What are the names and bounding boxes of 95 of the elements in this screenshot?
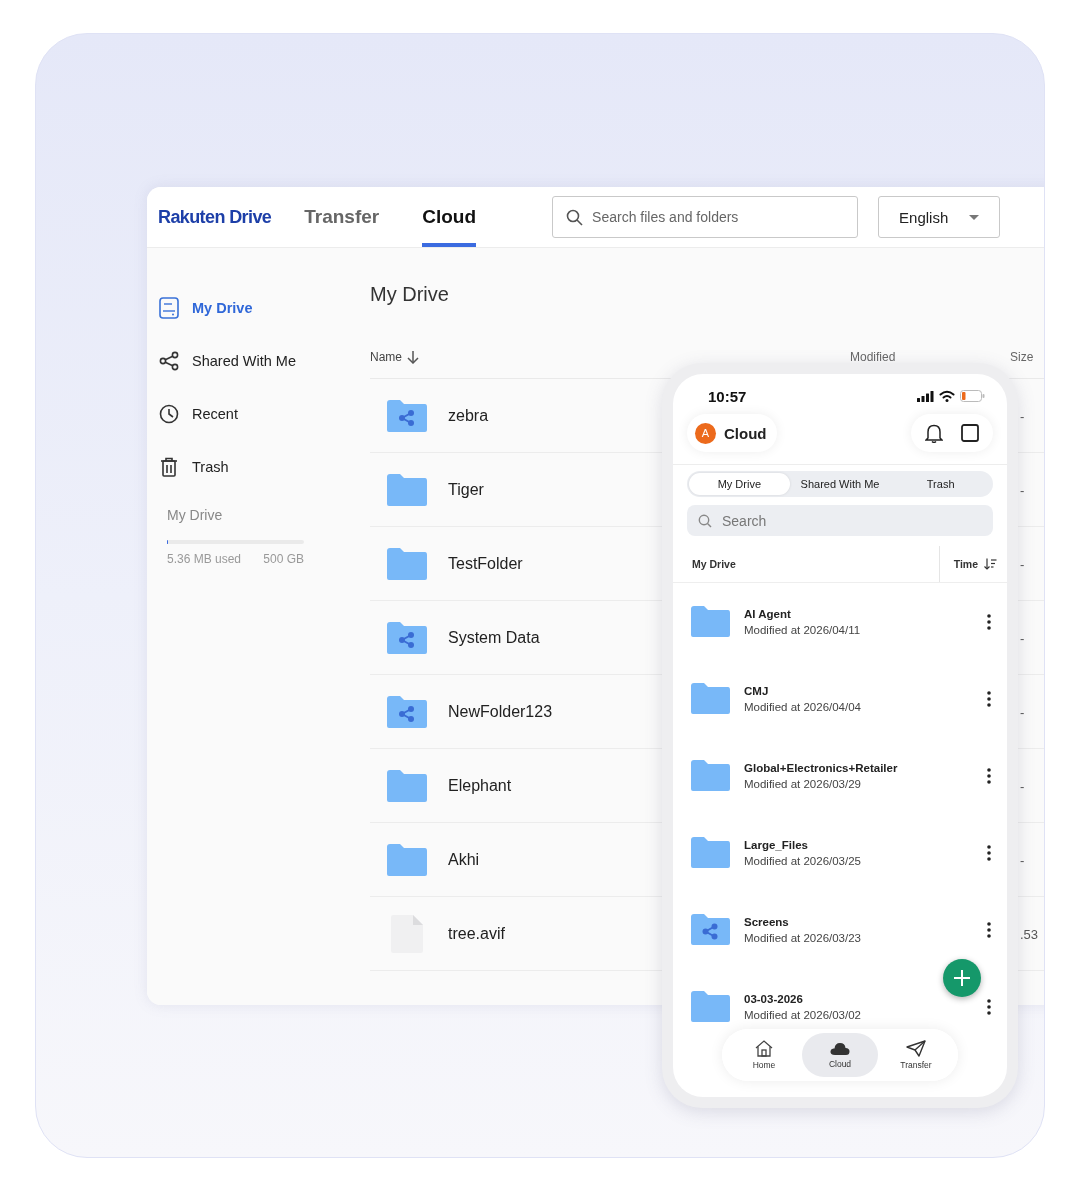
share-icon	[159, 350, 179, 371]
segment-tab[interactable]: My Drive	[689, 473, 790, 495]
folder-icon	[386, 768, 428, 803]
item-modified: Modified at 2026/03/29	[744, 777, 862, 790]
folder-icon	[690, 836, 731, 869]
trash-icon	[160, 456, 178, 477]
signal-icon	[917, 390, 934, 402]
folder-icon	[690, 682, 731, 715]
item-name[interactable]: Large_Files	[744, 838, 974, 851]
add-button[interactable]	[943, 959, 981, 997]
file-size: -	[1020, 704, 1025, 720]
shared-folder-icon	[690, 913, 731, 946]
file-name[interactable]: tree.avif	[448, 924, 505, 943]
nav-tab[interactable]: Transfer	[304, 187, 380, 247]
drive-icon	[159, 296, 179, 319]
item-name[interactable]: Global+Electronics+Retailer	[744, 761, 974, 774]
sidebar-item[interactable]: Recent	[159, 387, 360, 440]
more-icon[interactable]	[987, 690, 991, 707]
file-icon	[390, 913, 424, 954]
storage-total: 500 GB	[263, 552, 304, 566]
more-icon[interactable]	[987, 844, 991, 861]
sort-icon	[984, 558, 997, 570]
storage-used: 5.36 MB used	[167, 552, 242, 566]
sort-arrow-icon	[407, 350, 419, 364]
item-modified: Modified at 2026/04/04	[744, 700, 862, 713]
battery-icon	[960, 390, 985, 402]
sidebar-item[interactable]: Trash	[159, 440, 360, 493]
more-icon[interactable]	[987, 998, 991, 1015]
folder-icon	[690, 759, 731, 792]
screen-title: Cloud	[724, 424, 767, 442]
column-header[interactable]: Name	[370, 350, 402, 364]
bell-icon[interactable]	[925, 423, 943, 443]
folder-icon	[690, 605, 731, 638]
file-name[interactable]: Tiger	[448, 480, 484, 499]
item-modified: Modified at 2026/03/25	[744, 854, 862, 867]
shared-folder-icon	[386, 694, 428, 729]
item-modified: Modified at 2026/03/02	[744, 1008, 862, 1021]
item-name[interactable]: 03-03-2026	[744, 992, 974, 1005]
storage-title: My Drive	[167, 507, 224, 523]
search-field[interactable]: Search	[687, 505, 993, 536]
file-size: -	[1020, 556, 1025, 572]
item-name[interactable]: AI Agent	[744, 607, 974, 620]
file-size: -	[1020, 482, 1025, 498]
caret-icon	[969, 214, 980, 220]
file-size: -	[1020, 852, 1025, 868]
column-header[interactable]: Size	[1010, 350, 1034, 364]
nav-item[interactable]: Home	[726, 1033, 802, 1077]
sidebar-item[interactable]: My Drive	[159, 281, 360, 334]
item-modified: Modified at 2026/03/23	[744, 931, 862, 944]
cloud-icon	[830, 1041, 850, 1056]
square-icon[interactable]	[961, 424, 979, 442]
file-size: -	[1020, 408, 1025, 424]
logo[interactable]: Rakuten Drive	[158, 206, 272, 228]
file-size: -	[1020, 630, 1025, 646]
item-modified: Modified at 2026/04/11	[744, 623, 862, 636]
avatar: A	[695, 422, 716, 444]
file-size: .53	[1020, 926, 1039, 942]
more-icon[interactable]	[987, 613, 991, 630]
clock-icon	[159, 403, 179, 424]
item-name[interactable]: CMJ	[744, 684, 974, 697]
folder-icon	[690, 990, 731, 1023]
file-name[interactable]: Elephant	[448, 776, 512, 795]
sort-label[interactable]: Time	[953, 558, 978, 570]
file-name[interactable]: TestFolder	[448, 554, 523, 573]
segment-tab[interactable]: Trash	[890, 473, 991, 495]
item-name[interactable]: Screens	[744, 915, 974, 928]
nav-item[interactable]: Cloud	[802, 1033, 878, 1077]
file-name[interactable]: System Data	[448, 628, 540, 647]
file-name[interactable]: zebra	[448, 406, 489, 425]
nav-item[interactable]: Transfer	[878, 1033, 954, 1077]
plus-icon	[953, 969, 971, 987]
sidebar-item[interactable]: Shared With Me	[159, 334, 360, 387]
page-title: My Drive	[370, 283, 450, 306]
folder-icon	[386, 842, 428, 877]
home-icon	[755, 1040, 773, 1057]
folder-icon	[386, 472, 428, 507]
more-icon[interactable]	[987, 767, 991, 784]
more-icon[interactable]	[987, 921, 991, 938]
status-time: 10:57	[708, 387, 747, 405]
list-title: My Drive	[692, 558, 736, 570]
segment-tab[interactable]: Shared With Me	[789, 473, 891, 495]
folder-icon	[386, 546, 428, 581]
language-dropdown[interactable]: English	[878, 196, 1001, 238]
paper-plane-icon	[906, 1040, 926, 1057]
column-header[interactable]: Modified	[850, 350, 896, 364]
search-icon	[566, 208, 584, 226]
wifi-icon	[939, 390, 955, 402]
search-icon	[698, 513, 712, 528]
file-size: -	[1020, 778, 1025, 794]
account-pill[interactable]: A Cloud	[687, 414, 777, 452]
shared-folder-icon	[386, 398, 428, 433]
search-field[interactable]: Search files and folders	[552, 196, 859, 238]
file-name[interactable]: Akhi	[448, 850, 480, 869]
shared-folder-icon	[386, 620, 428, 655]
file-name[interactable]: NewFolder123	[448, 702, 553, 721]
